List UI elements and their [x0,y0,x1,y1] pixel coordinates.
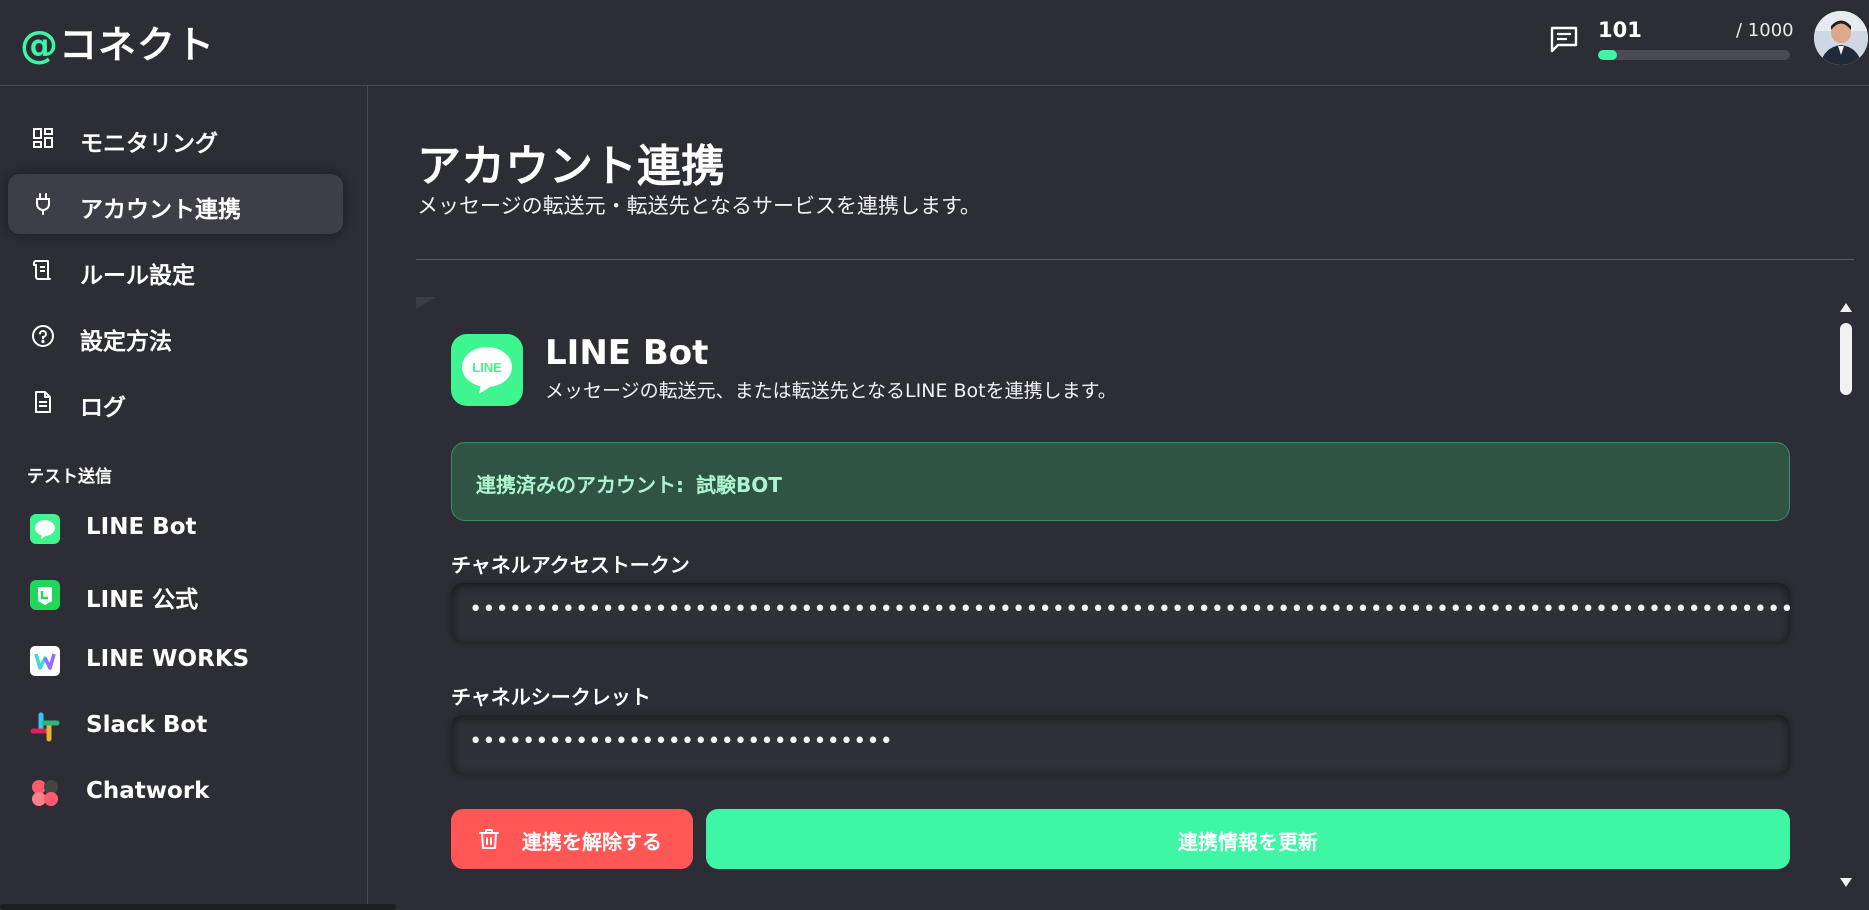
service-label: LINE 公式 [86,587,199,613]
test-send-slack-bot[interactable]: Slack Bot [30,706,350,746]
horizontal-scrollbar[interactable] [0,904,396,910]
top-header: @コネクト 101 / 1000 [0,0,1869,86]
sidebar-item-label: 設定方法 [80,329,172,355]
sidebar-item-account-link[interactable]: アカウント連携 [8,174,343,234]
connected-account-banner: 連携済みのアカウント: 試験BOT [451,442,1790,521]
service-label: LINE WORKS [86,646,250,672]
document-icon [31,390,55,414]
unlink-button[interactable]: 連携を解除する [451,809,693,869]
sidebar-item-setup-guide[interactable]: 設定方法 [8,306,343,366]
main-content: アカウント連携 メッセージの転送元・転送先となるサービスを連携します。 LINE… [369,86,1869,910]
channel-secret-field[interactable]: •••••••••••••••••••••••••••••••• [451,715,1790,775]
avatar[interactable] [1814,11,1868,65]
card-subtitle: メッセージの転送元、または転送先となるLINE Botを連携します。 [545,380,1117,402]
app-logo[interactable]: @コネクト [20,14,215,69]
update-link-button-label: 連携情報を更新 [1178,830,1318,854]
channel-secret-value: •••••••••••••••••••••••••••••••• [469,729,893,754]
usage-count: 101 [1598,18,1642,42]
channel-access-token-field[interactable]: ••••••••••••••••••••••••••••••••••••••••… [451,583,1790,643]
channel-access-token-label: チャネルアクセストークン [451,553,690,577]
scroll-thumb[interactable] [1840,323,1852,395]
service-label: LINE Bot [86,514,197,540]
connected-account-value: 試験BOT [696,473,782,497]
sidebar-item-label: ログ [80,395,126,421]
scroll-icon [31,258,55,282]
line-logo-text: LINE [472,360,502,375]
line-bot-card: LINE LINE Bot メッセージの転送元、または転送先となるLINE Bo… [416,297,1828,910]
update-link-button[interactable]: 連携情報を更新 [706,809,1790,869]
test-send-line-bot[interactable]: LINE Bot [30,508,350,548]
help-circle-icon [31,324,55,348]
card-title: LINE Bot [545,333,709,373]
test-send-chatwork[interactable]: Chatwork [30,772,350,812]
line-logo-icon: LINE [451,334,523,406]
sidebar-item-label: ルール設定 [80,263,195,289]
service-label: Chatwork [86,778,210,804]
page-title: アカウント連携 [417,141,725,192]
card-scrollbar[interactable] [1833,297,1859,897]
chatwork-icon [30,778,60,808]
usage-limit: / 1000 [1736,20,1794,41]
page-subtitle: メッセージの転送元・転送先となるサービスを連携します。 [417,194,981,218]
scroll-down-arrow-icon[interactable] [1839,877,1853,889]
dashboard-grid-icon [31,126,55,150]
chat-icon[interactable] [1548,24,1580,54]
sidebar-item-monitoring[interactable]: モニタリング [8,108,343,168]
trash-icon [477,827,501,851]
slack-icon [30,712,60,742]
plug-icon [31,192,55,216]
test-send-line-official[interactable]: LINE 公式 [30,574,350,614]
service-label: Slack Bot [86,712,208,738]
connected-account-label: 連携済みのアカウント: [476,473,684,497]
sidebar: モニタリング アカウント連携 ルール設定 設定方法 ログ テスト送信 LINE … [0,86,368,910]
channel-secret-label: チャネルシークレット [451,685,651,709]
sidebar-item-rules[interactable]: ルール設定 [8,240,343,300]
usage-progress-fill [1598,50,1618,60]
logo-text: コネクト [59,23,216,67]
sidebar-item-label: アカウント連携 [80,197,241,223]
line-bot-icon [30,514,60,544]
sidebar-item-log[interactable]: ログ [8,372,343,432]
logo-at: @ [20,23,59,67]
sidebar-item-label: モニタリング [80,131,218,157]
line-works-icon [30,646,60,676]
line-official-icon [30,580,60,610]
scroll-up-arrow-icon[interactable] [1839,301,1853,313]
unlink-button-label: 連携を解除する [522,830,662,854]
test-send-line-works[interactable]: LINE WORKS [30,640,350,680]
usage-progress-bar [1598,50,1790,60]
divider [416,259,1854,260]
channel-access-token-value: ••••••••••••••••••••••••••••••••••••••••… [469,597,1790,622]
test-send-section-label: テスト送信 [27,467,112,487]
